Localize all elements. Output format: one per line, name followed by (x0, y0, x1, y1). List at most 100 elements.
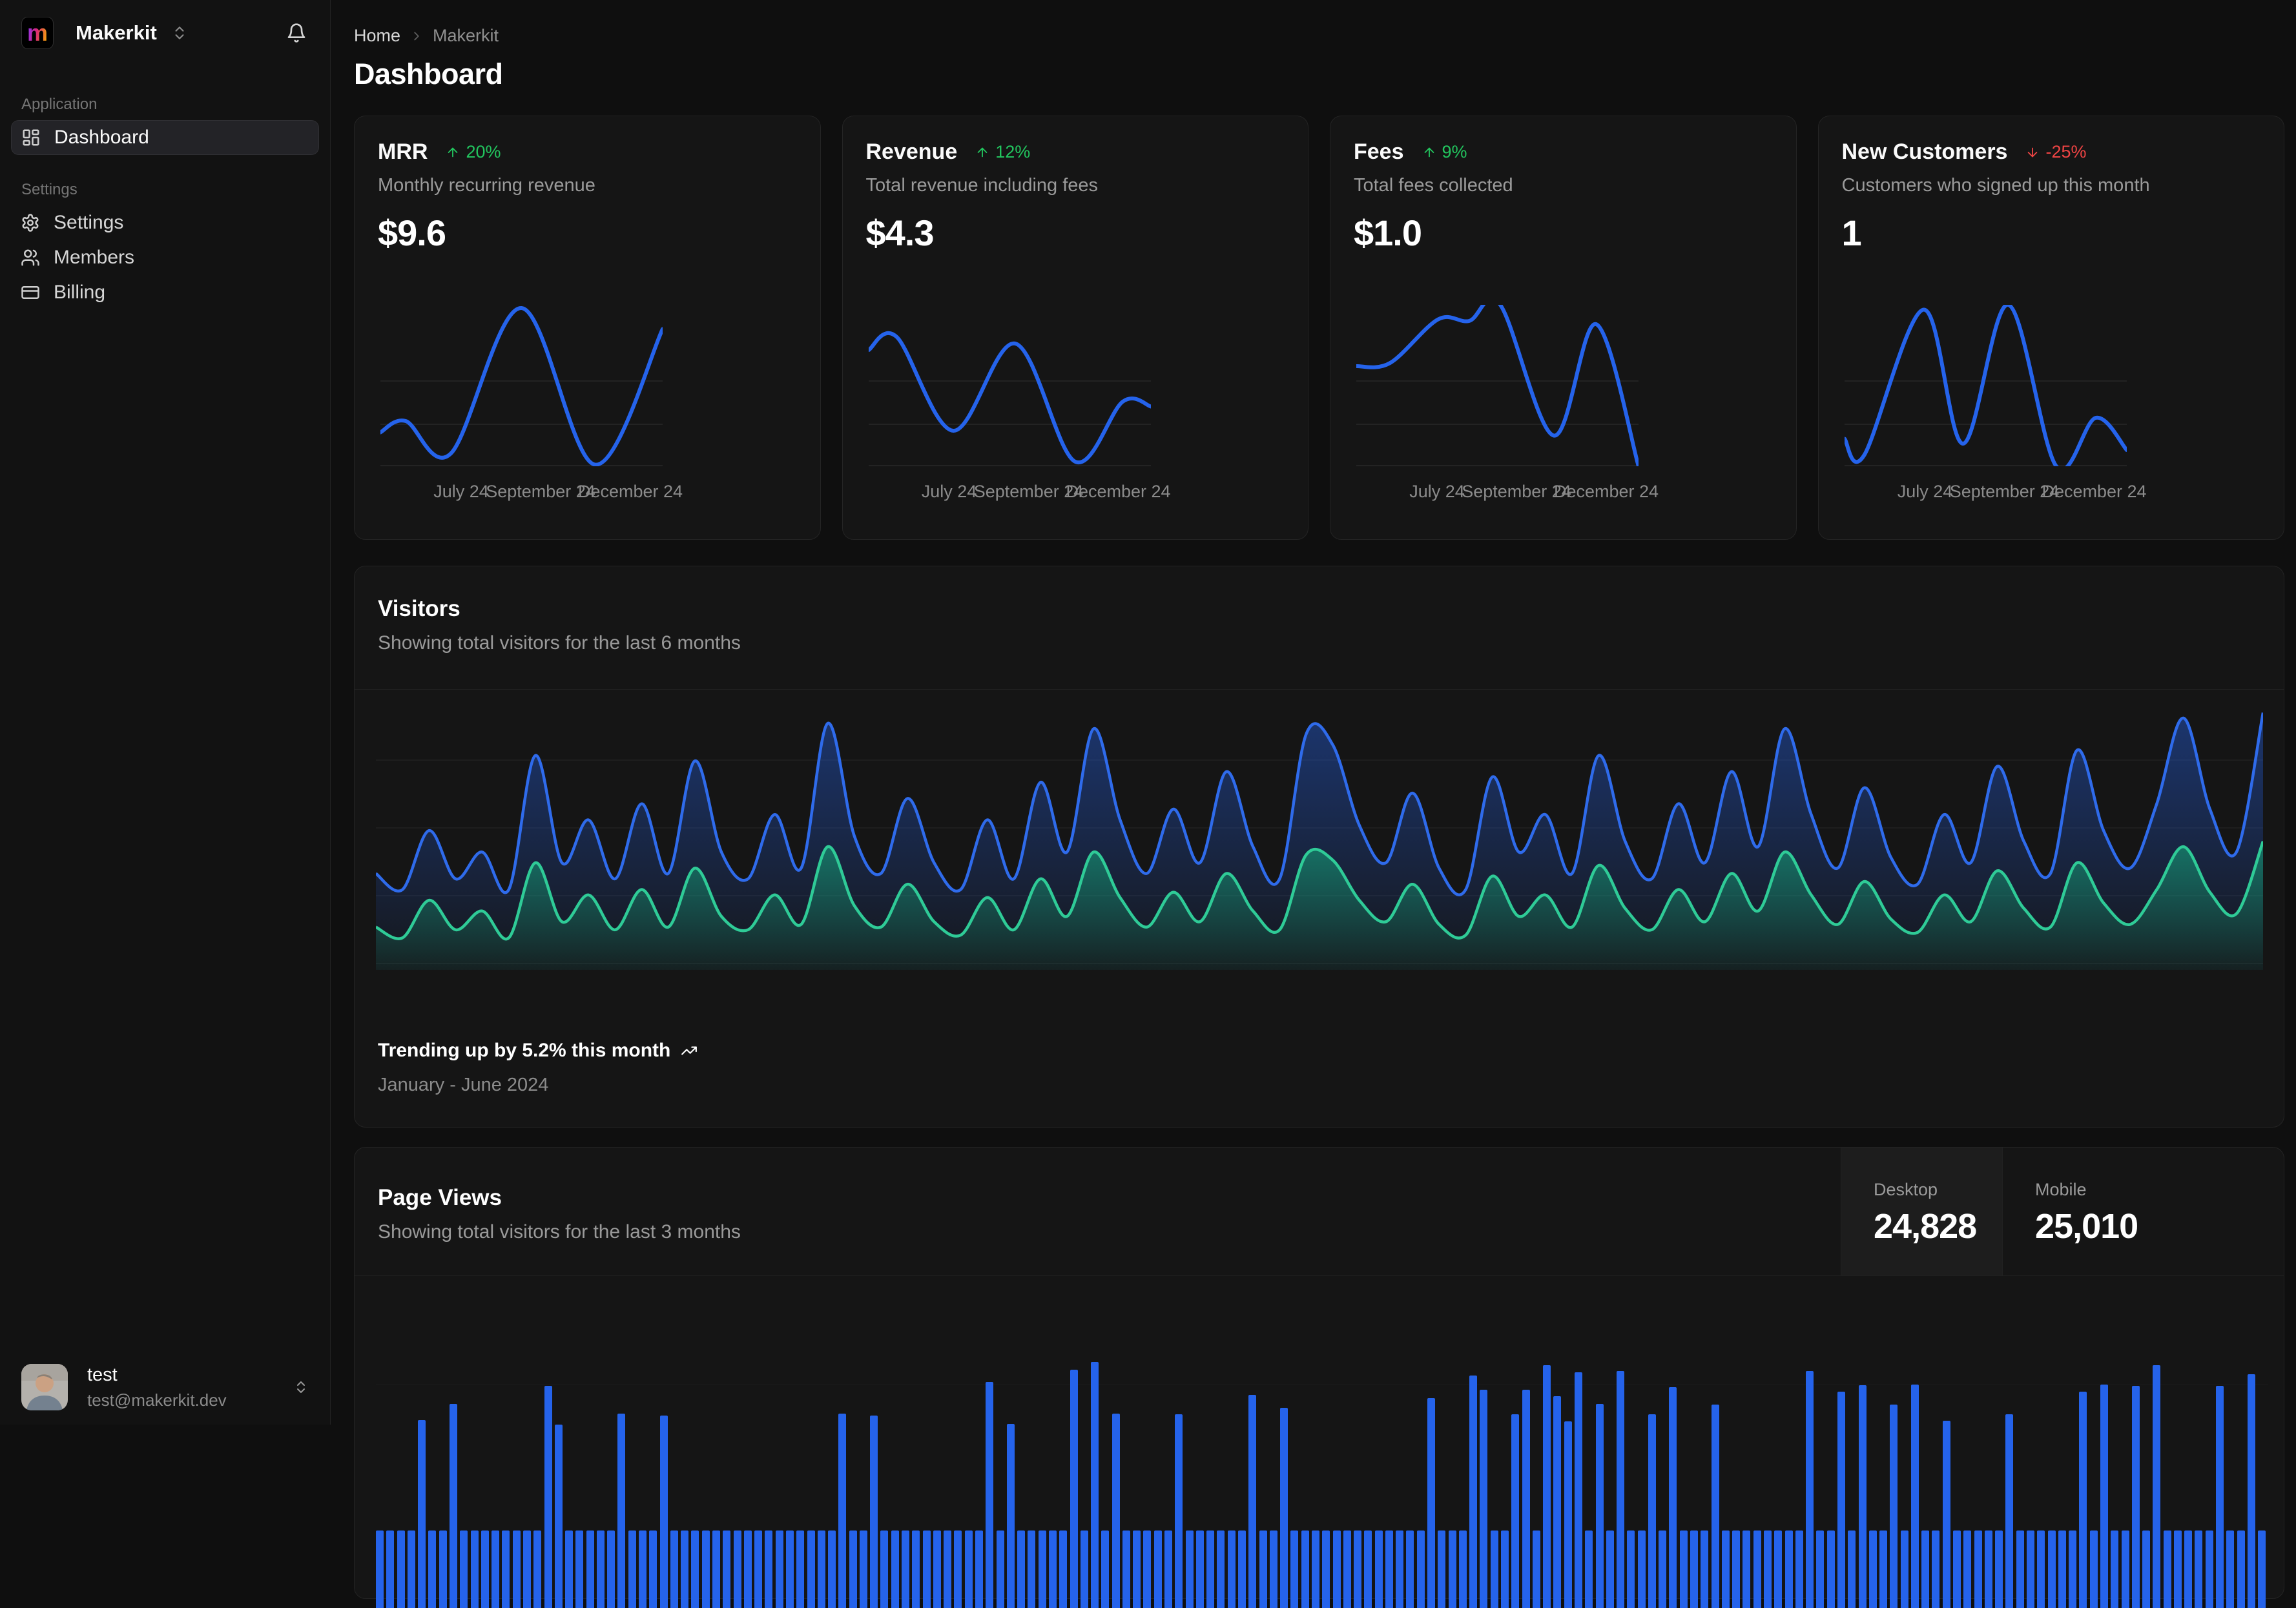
x-tick: July 24 (921, 482, 977, 501)
bar (1585, 1531, 1593, 1608)
visitors-title: Visitors (378, 596, 460, 621)
arrow-down-icon (2025, 145, 2040, 160)
bar (554, 1425, 563, 1608)
bar (1921, 1531, 1930, 1608)
bar (1806, 1371, 1814, 1608)
stat-title: MRR (378, 139, 428, 164)
bar (1206, 1531, 1215, 1608)
bar (1679, 1531, 1688, 1608)
bar (1953, 1531, 1961, 1608)
x-tick: December 24 (2042, 482, 2147, 501)
bar (817, 1531, 825, 1608)
tab-mobile[interactable]: Mobile 25,010 (2002, 1148, 2284, 1275)
nav-section-application: Application (21, 96, 98, 113)
bar (691, 1531, 699, 1608)
bar (912, 1531, 920, 1608)
sidebar-item-label: Members (54, 247, 135, 268)
stat-card-new-customers: New Customers -25% Customers who signed … (1817, 116, 2284, 540)
bar (922, 1531, 931, 1608)
page-views-card: Page Views Showing total visitors for th… (354, 1147, 2284, 1608)
bar (1038, 1531, 1046, 1608)
bar (796, 1531, 805, 1608)
sidebar-item-settings[interactable]: Settings (11, 205, 319, 240)
chevron-right-icon (409, 29, 424, 43)
mobile-total: 25,010 (2035, 1207, 2138, 1246)
x-tick: July 24 (1409, 482, 1465, 501)
tab-desktop[interactable]: Desktop 24,828 (1841, 1148, 2002, 1275)
bar (1963, 1531, 1972, 1608)
user-menu[interactable]: test test@makerkit.dev (21, 1364, 309, 1410)
stat-value: $4.3 (865, 212, 935, 253)
bar (996, 1531, 1004, 1608)
bar (1648, 1414, 1656, 1608)
bar (1091, 1362, 1099, 1608)
bar (2142, 1531, 2150, 1608)
arrow-up-icon (1422, 145, 1436, 160)
bar (891, 1531, 899, 1608)
bar (1259, 1531, 1267, 1608)
stat-delta: -25% (2025, 142, 2087, 162)
bar (1837, 1392, 1845, 1608)
bar (1122, 1531, 1130, 1608)
stat-title: Fees (1354, 139, 1404, 164)
bar (2131, 1386, 2140, 1608)
bar (1322, 1531, 1330, 1608)
sidebar-item-dashboard[interactable]: Dashboard (11, 120, 319, 155)
makerkit-logo: m (21, 17, 54, 49)
workspace-selector[interactable]: m Makerkit (0, 0, 330, 49)
logo-letter: m (26, 19, 48, 46)
bar (765, 1531, 773, 1608)
bar (491, 1531, 500, 1608)
bar (828, 1531, 836, 1608)
bar (701, 1531, 710, 1608)
stat-subtitle: Total revenue including fees (865, 175, 1099, 196)
bar (2121, 1531, 2129, 1608)
bar (1637, 1531, 1646, 1608)
bar (1732, 1531, 1741, 1608)
bar (1764, 1531, 1772, 1608)
bar (2205, 1531, 2213, 1608)
sidebar-item-members[interactable]: Members (11, 240, 319, 275)
chevrons-up-down-icon[interactable] (171, 25, 188, 41)
bar (1164, 1531, 1172, 1608)
x-tick: July 24 (433, 482, 489, 501)
bar (1522, 1390, 1530, 1608)
bar (502, 1531, 510, 1608)
bar (407, 1531, 415, 1608)
sidebar-item-billing[interactable]: Billing (11, 275, 319, 310)
visitors-trend-text: Trending up by 5.2% this month (378, 1040, 671, 1061)
bar (1280, 1408, 1288, 1608)
bar (1984, 1531, 1992, 1608)
bar (1354, 1531, 1361, 1608)
bar (512, 1531, 521, 1608)
bar (2100, 1385, 2108, 1608)
bar (1711, 1405, 1719, 1608)
bar (807, 1531, 815, 1608)
bar (1795, 1531, 1803, 1608)
bar (1112, 1414, 1120, 1608)
bar (1301, 1531, 1309, 1608)
bell-icon[interactable] (286, 23, 307, 43)
breadcrumb-home-link[interactable]: Home (354, 26, 400, 46)
bar (2184, 1531, 2193, 1608)
stat-card-revenue: Revenue 12% Total revenue including fees… (842, 116, 1308, 540)
bar (1974, 1531, 1982, 1608)
stat-title: Revenue (865, 139, 958, 164)
bar (1406, 1531, 1414, 1608)
revenue-sparkline-chart (868, 305, 1151, 466)
bar (2258, 1531, 2266, 1608)
bar (1364, 1531, 1372, 1608)
bar (1175, 1414, 1183, 1608)
bar (975, 1531, 983, 1608)
workspace-name: Makerkit (76, 21, 157, 44)
bar (1753, 1531, 1761, 1608)
bar (376, 1531, 384, 1608)
bar (964, 1531, 973, 1608)
bar (428, 1531, 437, 1608)
bar (1879, 1531, 1887, 1608)
bar (1595, 1404, 1604, 1608)
stat-delta: 12% (975, 142, 1030, 162)
bar (1574, 1372, 1582, 1608)
bar (2089, 1531, 2098, 1608)
stat-subtitle: Total fees collected (1354, 175, 1513, 196)
